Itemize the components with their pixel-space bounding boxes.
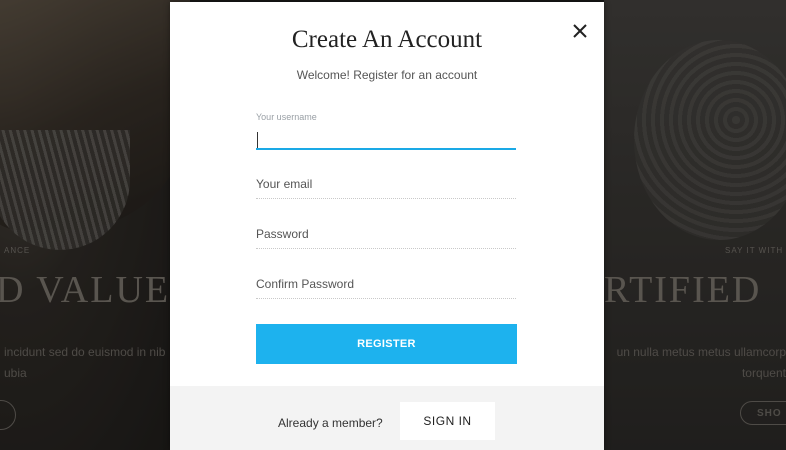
text-cursor — [257, 132, 258, 148]
confirm-password-input[interactable] — [256, 276, 512, 292]
modal-subtitle: Welcome! Register for an account — [296, 68, 478, 82]
username-input[interactable] — [256, 131, 512, 149]
username-underline — [256, 148, 516, 150]
password-field — [256, 224, 516, 252]
email-field — [256, 174, 516, 202]
already-member-text: Already a member? — [278, 416, 383, 430]
email-underline — [256, 198, 516, 199]
username-label: Your username — [256, 112, 317, 122]
password-input[interactable] — [256, 226, 512, 242]
modal-footer: Already a member? SIGN IN — [170, 386, 604, 450]
email-input[interactable] — [256, 176, 512, 192]
sign-in-button[interactable]: SIGN IN — [400, 402, 495, 440]
register-modal: Create An Account Welcome! Register for … — [170, 2, 604, 450]
confirm-password-underline — [256, 298, 516, 299]
username-field: Your username — [256, 112, 516, 152]
password-underline — [256, 248, 516, 249]
register-button[interactable]: REGISTER — [256, 324, 517, 364]
confirm-password-field — [256, 274, 516, 302]
modal-title: Create An Account — [291, 26, 483, 53]
